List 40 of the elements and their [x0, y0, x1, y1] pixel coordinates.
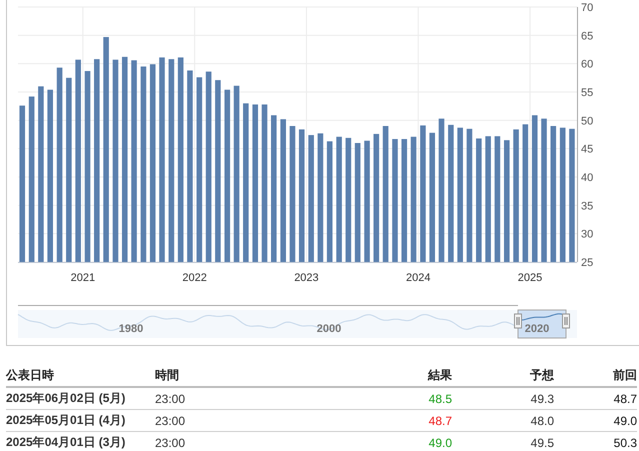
axis-label: 35	[581, 200, 594, 212]
table-cell: 48.7	[402, 410, 452, 432]
table-cell: 49.0	[402, 432, 452, 451]
table-cell: 23:00	[155, 387, 402, 410]
table-cell: 50.3	[554, 432, 637, 451]
table-cell: 2025年06月02日 (5月)	[6, 387, 155, 410]
axis-label: 2020	[524, 323, 550, 335]
axis-label: 2000	[316, 323, 342, 335]
range-handle[interactable]	[562, 314, 570, 328]
table-cell: 49.3	[452, 387, 554, 410]
column-header: 予想	[452, 364, 554, 387]
range-handle[interactable]	[514, 314, 522, 328]
axis-label: 50	[581, 115, 594, 128]
table-cell: 48.5	[402, 387, 452, 410]
axis-label: 1980	[118, 323, 144, 335]
axis-label: 2022	[182, 272, 207, 284]
axis-label: 30	[581, 228, 594, 241]
table-cell: 49.0	[554, 410, 637, 432]
table-cell: 48.7	[554, 387, 637, 410]
axis-label: 2025	[518, 272, 542, 284]
table-cell: 49.5	[452, 432, 554, 451]
table-cell: 2025年04月01日 (3月)	[6, 432, 155, 451]
axis-label: 45	[581, 144, 594, 156]
axis-label: 60	[581, 58, 594, 71]
axis-label: 2023	[294, 272, 319, 284]
column-header: 結果	[402, 364, 452, 387]
axis-label: 25	[581, 257, 594, 269]
table-cell: 23:00	[155, 432, 402, 451]
axis-label: 70	[581, 2, 594, 14]
axis-label: 2021	[70, 272, 96, 284]
table-cell: 2025年05月01日 (4月)	[6, 410, 155, 432]
axis-label: 2024	[406, 272, 430, 284]
axis-label: 55	[581, 87, 594, 99]
column-header: 公表日時	[6, 364, 155, 387]
column-header: 前回	[554, 364, 637, 387]
axis-label: 40	[581, 172, 594, 184]
table-cell: 23:00	[155, 410, 402, 432]
axis-label: 65	[581, 30, 594, 42]
table-cell: 48.0	[452, 410, 554, 432]
column-header: 時間	[155, 364, 402, 387]
